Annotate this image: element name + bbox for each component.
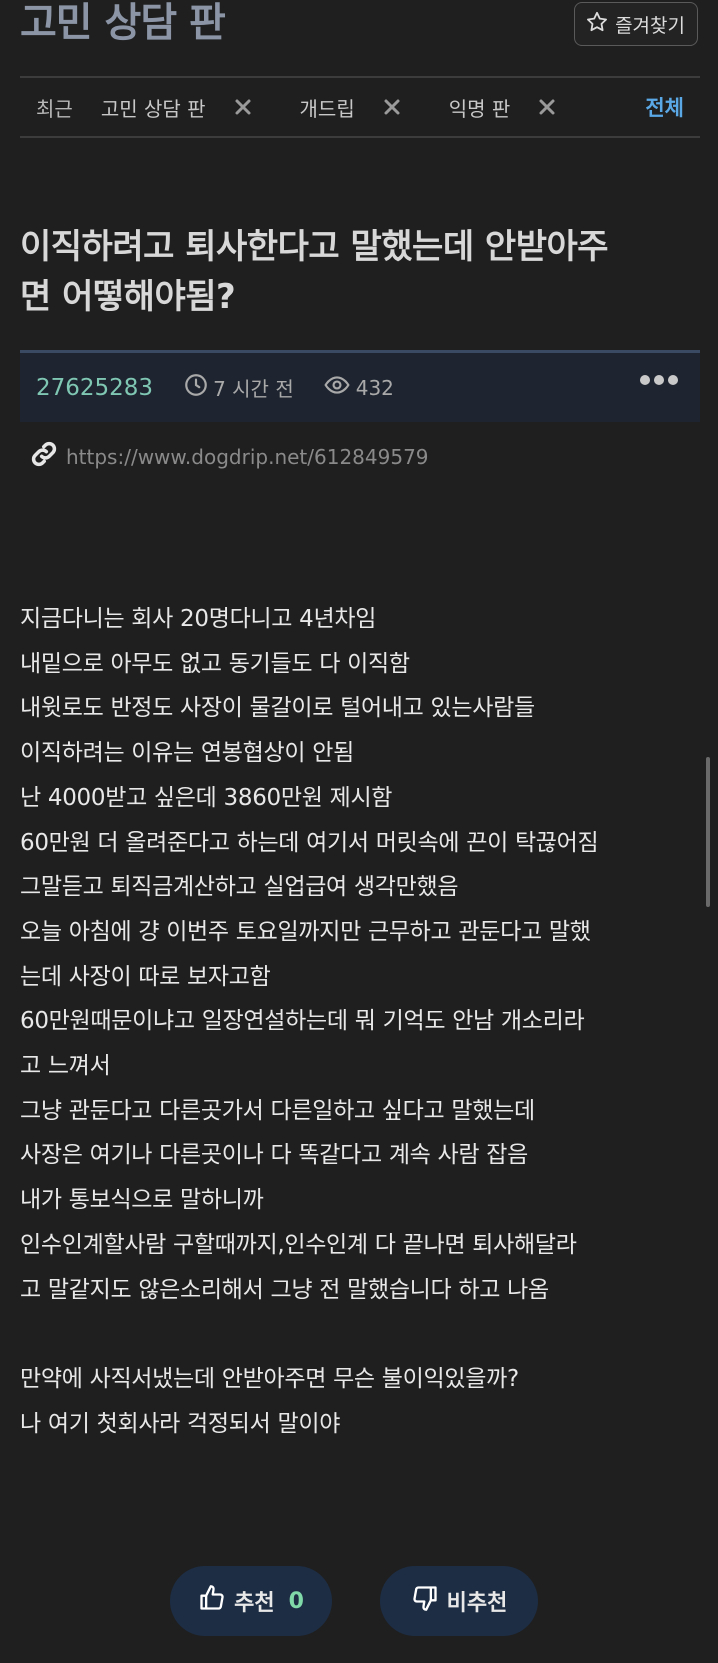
post-body-line: 내가 통보식으로 말하니까 xyxy=(20,1187,264,1214)
post-body-line: 오늘 아침에 걍 이번주 토요일까지만 근무하고 관둔다고 말했 xyxy=(20,918,591,945)
post-body-line: 고 느껴서 xyxy=(20,1053,111,1080)
more-options-icon[interactable] xyxy=(640,375,678,385)
post-body-line xyxy=(20,1312,710,1357)
post-body-line: 60만원때문이냐고 일장연설하는데 뭐 기억도 안남 개소리라 xyxy=(20,1008,585,1035)
recent-label: 최근 xyxy=(36,96,73,121)
post-link[interactable]: https://www.dogdrip.net/612849579 xyxy=(30,440,429,473)
scrollbar[interactable] xyxy=(706,757,710,907)
post-body-line: 고 말같지도 않은소리해서 그냥 전 말했습니다 하고 나옴 xyxy=(20,1276,549,1303)
post-body-line: 그냥 관둔다고 다른곳가서 다른일하고 싶다고 말했는데 xyxy=(20,1097,535,1124)
favorite-button[interactable]: 즐겨찾기 xyxy=(574,2,698,46)
post-body-line: 난 4000받고 싶은데 3860만원 제시함 xyxy=(20,784,393,811)
star-icon xyxy=(585,10,609,39)
tab-label[interactable]: 고민 상담 판 xyxy=(101,93,206,122)
clock-icon xyxy=(183,372,209,403)
eye-icon xyxy=(324,372,350,403)
post-body-line: 이직하려는 이유는 연봉협상이 안됨 xyxy=(20,740,354,767)
post-body-line: 내밑으로 아무도 없고 동기들도 다 이직함 xyxy=(20,650,410,677)
post-title-line: 면 어떻해야됨? xyxy=(20,277,236,317)
board-title[interactable]: 고민 상담 판 xyxy=(20,0,226,46)
post-body-line: 는데 사장이 따로 보자고함 xyxy=(20,963,271,990)
upvote-count: 0 xyxy=(288,1588,304,1614)
tab-board-anonymous[interactable]: 익명 판 xyxy=(449,93,559,122)
post-body-line: 60만원 더 올려준다고 하는데 여기서 머릿속에 끈이 탁끊어짐 xyxy=(20,829,599,856)
close-icon[interactable] xyxy=(232,96,254,118)
post-body-line: 인수인계할사람 구할때까지,인수인계 다 끝나면 퇴사해달라 xyxy=(20,1231,577,1258)
post-meta: 27625283 7 시간 전 432 xyxy=(20,350,700,422)
close-icon[interactable] xyxy=(536,96,558,118)
tab-label[interactable]: 익명 판 xyxy=(449,93,511,122)
close-icon[interactable] xyxy=(381,96,403,118)
upvote-label: 추천 xyxy=(234,1591,275,1616)
post-page: 고민 상담 판 즐겨찾기 최근 고민 상담 판 개드립 익명 판 전체 이직하려… xyxy=(0,0,718,1663)
post-views-count: 432 xyxy=(355,375,394,400)
post-body-line: 그말듣고 퇴직금계산하고 실업급여 생각만했음 xyxy=(20,874,459,901)
downvote-button[interactable]: 비추천 xyxy=(380,1566,538,1636)
upvote-button[interactable]: 추천 0 xyxy=(170,1566,332,1636)
post-body-line: 만약에 사직서냈는데 안받아주면 무슨 불이익있을까? xyxy=(20,1365,519,1392)
post-id[interactable]: 27625283 xyxy=(36,375,153,401)
downvote-label: 비추천 xyxy=(446,1591,508,1616)
tab-all[interactable]: 전체 xyxy=(645,92,684,122)
tab-board-dogdrip[interactable]: 개드립 xyxy=(300,93,403,122)
post-time-text: 7 시간 전 xyxy=(213,377,294,401)
post-body-line: 나 여기 첫회사라 걱정되서 말이야 xyxy=(20,1410,341,1437)
thumbs-up-icon xyxy=(198,1584,226,1618)
tab-board-worry[interactable]: 고민 상담 판 xyxy=(101,93,254,122)
post-title: 이직하려고 퇴사한다고 말했는데 안받아주 면 어떻해야됨? xyxy=(20,222,700,322)
post-link-url[interactable]: https://www.dogdrip.net/612849579 xyxy=(66,445,429,469)
post-body-line: 지금다니는 회사 20명다니고 4년차임 xyxy=(20,606,377,632)
post-views: 432 xyxy=(324,372,394,403)
post-time: 7 시간 전 xyxy=(183,372,294,403)
recent-boards-bar: 최근 고민 상담 판 개드립 익명 판 전체 xyxy=(20,76,700,138)
post-body-line: 사장은 여기나 다른곳이나 다 똑같다고 계속 사람 잡음 xyxy=(20,1142,528,1169)
post-body: 지금다니는 회사 20명다니고 4년차임내밑으로 아무도 없고 동기들도 다 이… xyxy=(20,597,710,1446)
post-body-line: 내윗로도 반정도 사장이 물갈이로 털어내고 있는사람들 xyxy=(20,695,535,722)
post-title-line: 이직하려고 퇴사한다고 말했는데 안받아주 xyxy=(20,227,609,267)
tab-label[interactable]: 개드립 xyxy=(300,93,355,122)
link-icon xyxy=(30,440,58,473)
thumbs-down-icon xyxy=(411,1584,439,1618)
favorite-label: 즐겨찾기 xyxy=(615,14,685,37)
